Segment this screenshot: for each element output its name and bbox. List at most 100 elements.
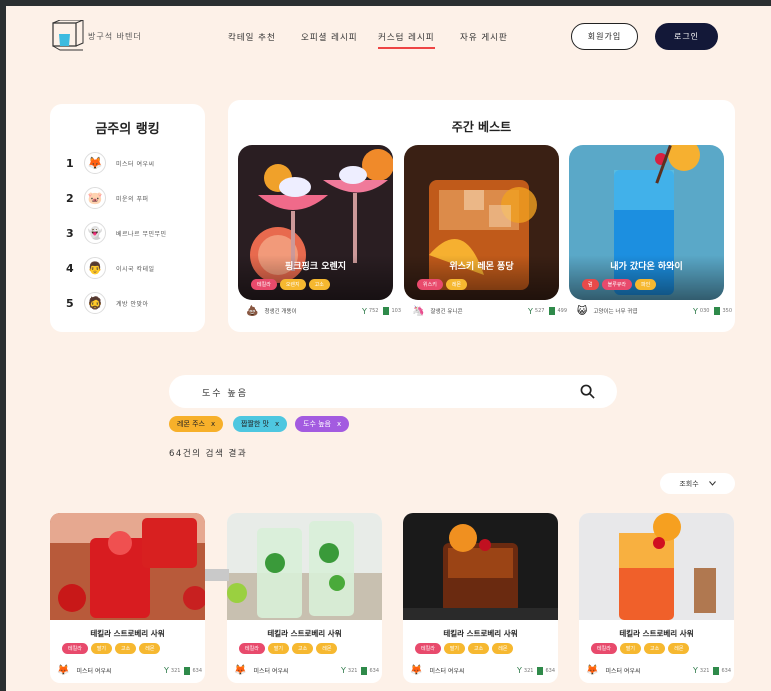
tag: 레몬 (316, 643, 338, 654)
likes-count: Y 321 (517, 666, 534, 675)
author-name[interactable]: 미스터 여우씨 (429, 666, 513, 675)
author-name[interactable]: 미스터 여우씨 (76, 666, 160, 675)
weekly-best-item-1[interactable]: 핑크핑크 오렌지 테킬라 오렌지 고소 (238, 145, 393, 300)
filter-chip-salty[interactable]: 짭짤한 맛 x (233, 416, 288, 432)
rank-user-name: 미스터 여우씨 (116, 160, 155, 168)
fox-icon: 🦊 (57, 665, 70, 676)
tag-list: 테킬라 딸기 고소 레몬 (591, 643, 690, 654)
tag: 오렌지 (279, 279, 306, 290)
saves-count: 634 (361, 666, 379, 675)
rank-number: 1 (66, 156, 74, 170)
close-icon[interactable]: x (211, 420, 215, 428)
tag: 고소 (115, 643, 137, 654)
nav-cocktail-recommend[interactable]: 칵테일 추천 (228, 31, 276, 43)
author-name[interactable]: 미스터 여우씨 (253, 666, 337, 675)
page: 방구석 바텐더 칵테일 추천 오피셜 레시피 커스텀 레시피 자유 게시판 회원… (6, 6, 771, 691)
saves-count: 634 (184, 666, 202, 675)
result-card[interactable]: 테킬라 스트로베리 사워 테킬라 딸기 고소 레몬 🦊 미스터 여우씨 Y 321… (579, 513, 734, 683)
result-meta: 🦊 미스터 여우씨 Y 321 634 (586, 665, 731, 676)
brand-name[interactable]: 방구석 바텐더 (88, 31, 142, 42)
likes-count: Y 030 (693, 306, 710, 316)
sort-label: 조회수 (679, 479, 699, 488)
tag: 레몬 (139, 643, 161, 654)
weekly-item-meta: 💩 청생긴 개똥이 Y 752 103 (246, 305, 401, 317)
carousel-handle[interactable] (205, 569, 229, 581)
ranking-item[interactable]: 3 👻 베르나르 무민무민 (66, 221, 167, 245)
author-name[interactable]: 잘생긴 유니콘 (430, 307, 523, 315)
cocktail-name: 테킬라 스트로베리 사워 (267, 629, 342, 638)
tag: 레몬 (445, 279, 468, 290)
ranking-item[interactable]: 1 🦊 미스터 여우씨 (66, 151, 155, 175)
ranking-item[interactable]: 4 👨 이시국 칵테일 (66, 256, 155, 280)
saves-count: 350 (714, 307, 732, 315)
cocktail-name: 테킬라 스트로베리 사워 (443, 629, 518, 638)
filter-label: 레몬 주스 (177, 420, 205, 428)
result-card[interactable]: 테킬라 스트로베리 사워 테킬라 딸기 고소 레몬 🦊 미스터 여우씨 Y 321… (50, 513, 205, 683)
unicorn-icon: 🦄 (412, 305, 425, 317)
author-name[interactable]: 미스터 여우씨 (605, 666, 689, 675)
rank-user-name: 이시국 칵테일 (116, 265, 155, 273)
rank-number: 5 (66, 296, 74, 310)
glass-icon: Y (693, 666, 698, 675)
tag: 딸기 (443, 643, 466, 654)
mustache-icon: 🧔 (84, 292, 106, 314)
cocktail-photo (579, 513, 734, 620)
search-bar[interactable]: 도수 높음 (169, 375, 617, 408)
tag: 고소 (308, 279, 330, 290)
nav-free-board[interactable]: 자유 게시판 (460, 31, 508, 43)
rank-user-name: 베르나르 무민무민 (116, 230, 167, 238)
weekly-best-item-2[interactable]: 위스키 레몬 퐁당 위스키 레몬 (404, 145, 559, 300)
bookmark-icon (184, 666, 191, 675)
cocktail-name: 위스키 레몬 퐁당 (449, 262, 514, 272)
tag: 파인 (635, 279, 657, 290)
result-meta: 🦊 미스터 여우씨 Y 321 634 (410, 665, 555, 676)
tag: 테킬라 (251, 279, 277, 290)
saves-count: 499 (549, 307, 567, 315)
weekly-best-item-3[interactable]: 내가 갔다온 하와이 럼 블루큐라 파인 (569, 145, 724, 300)
result-card[interactable]: 테킬라 스트로베리 사워 테킬라 딸기 고소 레몬 🦊 미스터 여우씨 Y 321… (403, 513, 558, 683)
filter-label: 짭짤한 맛 (241, 420, 269, 428)
sort-dropdown[interactable]: 조회수 (660, 473, 735, 494)
tag: 레몬 (668, 643, 690, 654)
cocktail-photo (403, 513, 558, 620)
glass-icon: Y (693, 306, 698, 316)
signup-button[interactable]: 회원가입 (571, 23, 638, 50)
tag-list: 위스키 레몬 (417, 279, 468, 290)
search-input[interactable]: 도수 높음 (202, 386, 248, 399)
author-name[interactable]: 청생긴 개똥이 (264, 307, 357, 315)
tag: 고소 (644, 643, 666, 654)
moomin-icon: 👻 (84, 222, 106, 244)
nav-custom-recipe[interactable]: 커스텀 레시피 (378, 31, 435, 49)
result-card[interactable]: 테킬라 스트로베리 사워 테킬라 딸기 고소 레몬 🦊 미스터 여우씨 Y 321… (227, 513, 382, 683)
glass-icon: Y (341, 666, 346, 675)
saves-count: 634 (713, 666, 731, 675)
ranking-title: 금주의 랭킹 (95, 122, 160, 137)
filter-chip-lemon-juice[interactable]: 레몬 주스 x (169, 416, 224, 432)
glass-icon: Y (362, 306, 367, 316)
likes-count: Y 321 (164, 666, 181, 675)
author-name[interactable]: 고양이는 너무 귀엽 (593, 307, 688, 315)
filter-chip-high-alcohol[interactable]: 도수 높음 x (295, 416, 350, 432)
likes-count: Y 321 (693, 666, 710, 675)
tag-list: 럼 블루큐라 파인 (582, 279, 657, 290)
close-icon[interactable]: x (337, 420, 341, 428)
tag: 딸기 (619, 643, 642, 654)
tag: 블루큐라 (601, 279, 633, 290)
login-button[interactable]: 로그인 (655, 23, 718, 50)
result-meta: 🦊 미스터 여우씨 Y 321 634 (234, 665, 379, 676)
bookmark-icon (361, 666, 368, 675)
ranking-item[interactable]: 2 🐷 미운의 푸퍼 (66, 186, 149, 210)
search-icon[interactable] (580, 384, 595, 399)
tag-list: 테킬라 딸기 고소 레몬 (62, 643, 161, 654)
close-icon[interactable]: x (275, 420, 279, 428)
ranking-item[interactable]: 5 🧔 계방 안맞아 (66, 291, 149, 315)
cocktail-name: 핑크핑크 오렌지 (284, 262, 347, 272)
weekly-best-title: 주간 베스트 (451, 120, 512, 134)
tag: 딸기 (267, 643, 290, 654)
logo-icon[interactable] (50, 20, 84, 52)
nav-official-recipe[interactable]: 오피셜 레시피 (301, 31, 358, 43)
tag: 레몬 (492, 643, 514, 654)
rank-user-name: 미운의 푸퍼 (116, 195, 149, 203)
tag: 딸기 (90, 643, 113, 654)
bookmark-icon (549, 307, 556, 315)
